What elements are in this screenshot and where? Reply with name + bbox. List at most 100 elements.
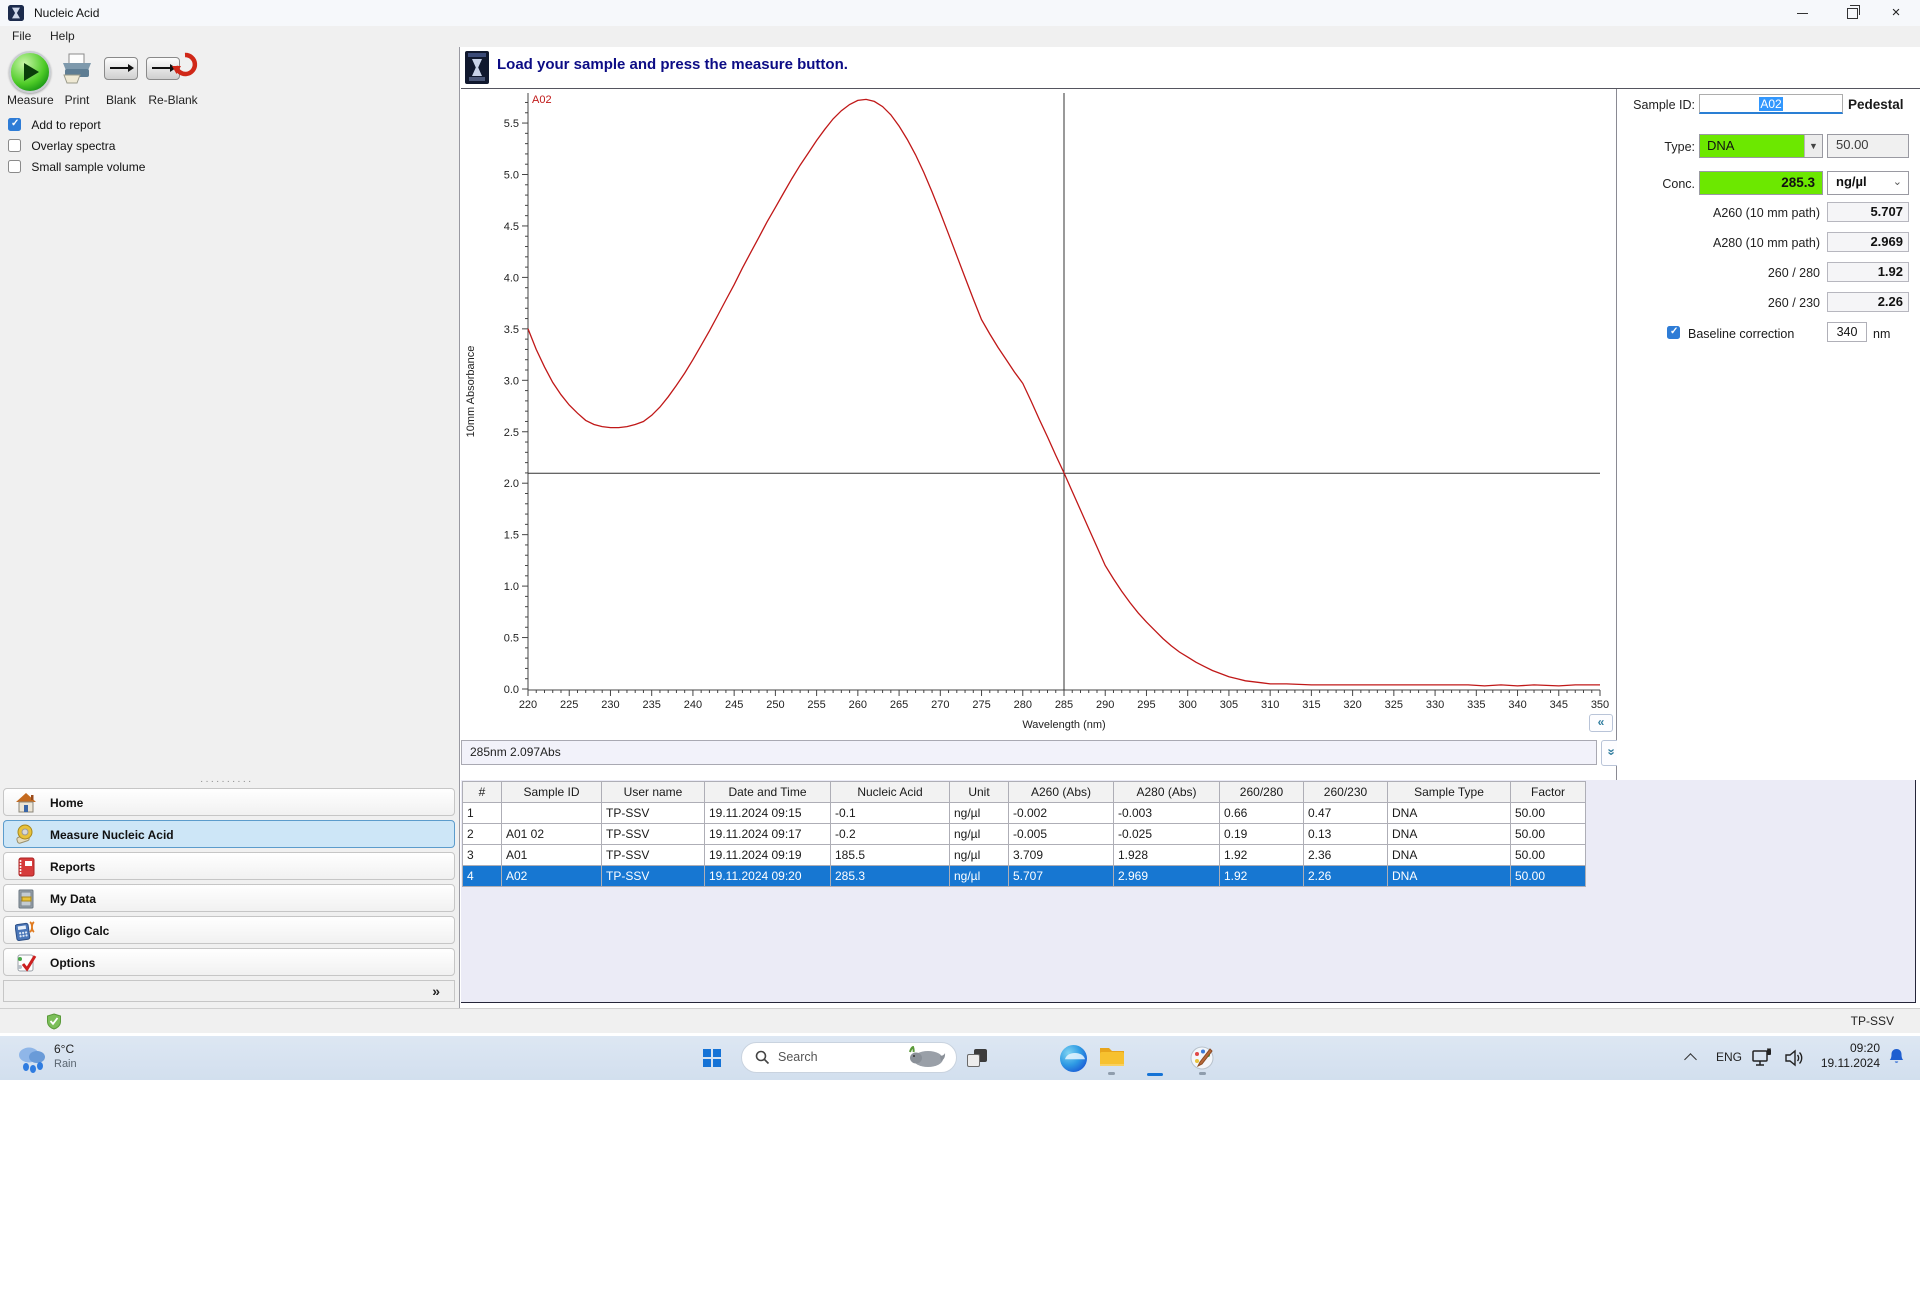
svg-text:3.5: 3.5 bbox=[504, 324, 519, 336]
speaker-icon[interactable] bbox=[1784, 1048, 1806, 1071]
table-row[interactable]: 3 A01 TP-SSV 19.11.2024 09:19 185.5 ng/µl 3.70… bbox=[462, 845, 1586, 866]
measure-button-label: Measure bbox=[7, 93, 54, 107]
edge-browser-icon[interactable] bbox=[1060, 1045, 1087, 1072]
column-header[interactable]: # bbox=[462, 781, 502, 803]
type-label: Type: bbox=[1664, 140, 1695, 154]
checkbox-label: Small sample volume bbox=[31, 160, 146, 174]
reblank-button[interactable]: Re-Blank bbox=[146, 51, 200, 107]
print-button-label: Print bbox=[64, 93, 90, 107]
cursor-readout-text: 285nm 2.097Abs bbox=[470, 745, 561, 759]
tray-chevron-up-icon[interactable] bbox=[1684, 1053, 1697, 1067]
table-cell: -0.025 bbox=[1114, 824, 1220, 845]
checkbox-label: Overlay spectra bbox=[31, 139, 116, 153]
svg-text:310: 310 bbox=[1261, 699, 1279, 711]
column-header[interactable]: Factor bbox=[1511, 781, 1586, 803]
svg-text:235: 235 bbox=[643, 699, 661, 711]
column-header[interactable]: A260 (Abs) bbox=[1009, 781, 1114, 803]
minimize-button[interactable] bbox=[1780, 0, 1824, 26]
splitter-handle[interactable]: ·········· bbox=[200, 776, 253, 787]
table-cell: 285.3 bbox=[831, 866, 950, 887]
spectrum-chart-area: 0.0 0.5 1.0 1.5 2.0 2.5 3.0 3.5 4.0 4.5 5.0 5.5 220 2… bbox=[461, 89, 1617, 780]
sidebar-item-home[interactable]: Home bbox=[3, 788, 455, 816]
column-header[interactable]: 260/230 bbox=[1304, 781, 1388, 803]
table-row[interactable]: 2 A01 02 TP-SSV 19.11.2024 09:17 -0.2 ng/µl -0… bbox=[462, 824, 1586, 845]
task-view-icon[interactable] bbox=[967, 1048, 989, 1070]
home-icon bbox=[15, 792, 37, 817]
search-input[interactable]: Search bbox=[741, 1042, 957, 1073]
column-header[interactable]: A280 (Abs) bbox=[1114, 781, 1220, 803]
app-status-bar: TP-SSV bbox=[0, 1008, 1920, 1033]
minimize-icon bbox=[1796, 13, 1808, 15]
svg-text:Wavelength (nm): Wavelength (nm) bbox=[1022, 719, 1105, 731]
sidebar-collapse-bar[interactable]: » bbox=[3, 980, 455, 1002]
column-header[interactable]: Sample ID bbox=[502, 781, 602, 803]
column-header[interactable]: Nucleic Acid bbox=[831, 781, 950, 803]
overlay-spectra-checkbox[interactable]: Overlay spectra bbox=[8, 139, 115, 155]
weather-condition: Rain bbox=[54, 1058, 77, 1070]
table-cell: DNA bbox=[1388, 866, 1511, 887]
clock[interactable]: 09:20 19.11.2024 bbox=[1804, 1041, 1880, 1071]
column-header[interactable]: Unit bbox=[950, 781, 1009, 803]
close-button[interactable]: × bbox=[1874, 0, 1918, 26]
add-to-report-checkbox[interactable]: Add to report bbox=[8, 118, 101, 134]
absorbance-spectrum-plot[interactable]: 0.0 0.5 1.0 1.5 2.0 2.5 3.0 3.5 4.0 4.5 5.0 5.5 220 2… bbox=[461, 89, 1616, 739]
sidebar-item-my-data[interactable]: My Data bbox=[3, 884, 455, 912]
svg-text:10mm Absorbance: 10mm Absorbance bbox=[465, 346, 477, 438]
table-cell: ng/µl bbox=[950, 845, 1009, 866]
sidebar-item-options[interactable]: Options bbox=[3, 948, 455, 976]
table-cell: 1.928 bbox=[1114, 845, 1220, 866]
table-cell: ng/µl bbox=[950, 824, 1009, 845]
instruction-banner: Load your sample and press the measure b… bbox=[461, 47, 1920, 89]
table-cell: 1 bbox=[462, 803, 502, 824]
baseline-unit-label: nm bbox=[1873, 327, 1891, 341]
weather-temp: 6°C bbox=[54, 1042, 75, 1056]
column-header[interactable]: Date and Time bbox=[705, 781, 831, 803]
checkbox-icon bbox=[8, 118, 21, 131]
print-button[interactable]: Print bbox=[58, 51, 96, 107]
table-cell: -0.002 bbox=[1009, 803, 1114, 824]
tray-date: 19.11.2024 bbox=[1820, 1056, 1880, 1070]
column-header[interactable]: User name bbox=[602, 781, 705, 803]
sidebar-item-measure-nucleic-acid[interactable]: Measure Nucleic Acid bbox=[3, 820, 455, 848]
table-cell: 19.11.2024 09:15 bbox=[705, 803, 831, 824]
table-cell: 3.709 bbox=[1009, 845, 1114, 866]
file-explorer-icon[interactable] bbox=[1098, 1044, 1126, 1073]
baseline-correction-checkbox[interactable] bbox=[1667, 326, 1680, 342]
ratio-260-280-label: 260 / 280 bbox=[1767, 266, 1820, 280]
title-bar: Nucleic Acid × bbox=[0, 0, 1920, 26]
column-header[interactable]: Sample Type bbox=[1388, 781, 1511, 803]
table-row[interactable]: 1 TP-SSV 19.11.2024 09:15 -0.1 ng/µl -0.002 -0… bbox=[462, 803, 1586, 824]
type-dropdown[interactable]: DNA ▼ bbox=[1699, 134, 1823, 158]
table-cell: 0.47 bbox=[1304, 803, 1388, 824]
sample-id-input[interactable]: A02 bbox=[1699, 94, 1843, 114]
measure-button[interactable]: Measure bbox=[7, 51, 54, 107]
svg-text:315: 315 bbox=[1302, 699, 1320, 711]
collapse-left-icon[interactable]: « bbox=[1589, 714, 1613, 732]
blank-button-label: Blank bbox=[105, 93, 137, 107]
language-indicator[interactable]: ENG bbox=[1716, 1050, 1742, 1064]
menu-file[interactable]: File bbox=[6, 28, 37, 45]
baseline-wavelength-input[interactable]: 340 bbox=[1827, 322, 1867, 342]
results-table-panel: # Sample ID User name Date and Time Nucleic … bbox=[461, 780, 1916, 1003]
start-button[interactable] bbox=[703, 1049, 721, 1067]
paint-icon[interactable] bbox=[1189, 1045, 1215, 1074]
blank-button[interactable]: Blank bbox=[102, 51, 140, 107]
svg-text:330: 330 bbox=[1426, 699, 1444, 711]
column-header[interactable]: 260/280 bbox=[1220, 781, 1304, 803]
table-row[interactable]: 4 A02 TP-SSV 19.11.2024 09:20 285.3 ng/µl 5.70… bbox=[462, 866, 1586, 887]
sidebar-item-reports[interactable]: Reports bbox=[3, 852, 455, 880]
table-cell: A02 bbox=[502, 866, 602, 887]
svg-text:335: 335 bbox=[1467, 699, 1485, 711]
menu-help[interactable]: Help bbox=[44, 28, 81, 45]
measure-play-icon bbox=[9, 51, 51, 93]
factor-field[interactable]: 50.00 bbox=[1827, 134, 1909, 158]
bell-icon[interactable] bbox=[1888, 1048, 1905, 1069]
sidebar-item-oligo-calc[interactable]: Oligo Calc bbox=[3, 916, 455, 944]
restore-icon bbox=[1846, 5, 1860, 20]
small-sample-volume-checkbox[interactable]: Small sample volume bbox=[8, 160, 145, 176]
restore-button[interactable] bbox=[1830, 0, 1874, 26]
svg-text:305: 305 bbox=[1220, 699, 1238, 711]
table-cell: -0.003 bbox=[1114, 803, 1220, 824]
unit-dropdown[interactable]: ng/µl ⌄ bbox=[1827, 171, 1909, 195]
network-icon[interactable] bbox=[1752, 1048, 1774, 1071]
